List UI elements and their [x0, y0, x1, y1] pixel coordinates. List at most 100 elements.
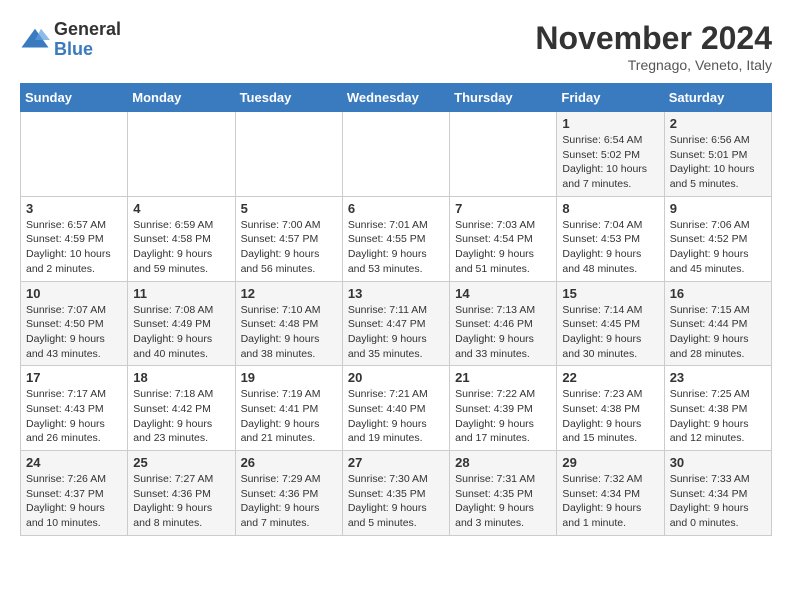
- calendar-cell: 24 Sunrise: 7:26 AM Sunset: 4:37 PM Dayli…: [21, 451, 128, 536]
- day-number: 14: [455, 286, 551, 301]
- day-number: 19: [241, 370, 337, 385]
- calendar-cell: 2 Sunrise: 6:56 AM Sunset: 5:01 PM Daylig…: [664, 112, 771, 197]
- day-info: Sunrise: 7:22 AM Sunset: 4:39 PM Dayligh…: [455, 387, 551, 446]
- day-info: Sunrise: 7:18 AM Sunset: 4:42 PM Dayligh…: [133, 387, 229, 446]
- day-number: 27: [348, 455, 444, 470]
- calendar-cell: 27 Sunrise: 7:30 AM Sunset: 4:35 PM Dayli…: [342, 451, 449, 536]
- calendar-cell: 4Sunrise: 6:59 AM Sunset: 4:58 PM Daylig…: [128, 196, 235, 281]
- day-number: 26: [241, 455, 337, 470]
- day-info: Sunrise: 7:33 AM Sunset: 4:34 PM Dayligh…: [670, 472, 766, 531]
- logo: General Blue: [20, 20, 121, 60]
- page-header: General Blue November 2024 Tregnago, Ven…: [20, 20, 772, 73]
- day-header-sunday: Sunday: [21, 84, 128, 112]
- calendar-cell: 6Sunrise: 7:01 AM Sunset: 4:55 PM Daylig…: [342, 196, 449, 281]
- calendar-cell: 5 Sunrise: 7:00 AM Sunset: 4:57 PM Daylig…: [235, 196, 342, 281]
- calendar-cell: 13 Sunrise: 7:11 AM Sunset: 4:47 PM Dayli…: [342, 281, 449, 366]
- day-number: 7: [455, 201, 551, 216]
- day-number: 3: [26, 201, 122, 216]
- calendar-cell: 11 Sunrise: 7:08 AM Sunset: 4:49 PM Dayli…: [128, 281, 235, 366]
- day-info: Sunrise: 7:17 AM Sunset: 4:43 PM Dayligh…: [26, 387, 122, 446]
- day-number: 5: [241, 201, 337, 216]
- day-number: 10: [26, 286, 122, 301]
- day-number: 24: [26, 455, 122, 470]
- calendar-cell: 28Sunrise: 7:31 AM Sunset: 4:35 PM Dayli…: [450, 451, 557, 536]
- calendar-cell: 7Sunrise: 7:03 AM Sunset: 4:54 PM Daylig…: [450, 196, 557, 281]
- day-info: Sunrise: 7:31 AM Sunset: 4:35 PM Dayligh…: [455, 472, 551, 531]
- day-info: Sunrise: 7:23 AM Sunset: 4:38 PM Dayligh…: [562, 387, 658, 446]
- calendar-cell: 15 Sunrise: 7:14 AM Sunset: 4:45 PM Dayli…: [557, 281, 664, 366]
- day-number: 16: [670, 286, 766, 301]
- calendar-table: SundayMondayTuesdayWednesdayThursdayFrid…: [20, 83, 772, 536]
- day-number: 11: [133, 286, 229, 301]
- calendar-cell: [235, 112, 342, 197]
- day-header-friday: Friday: [557, 84, 664, 112]
- day-number: 25: [133, 455, 229, 470]
- calendar-cell: 25 Sunrise: 7:27 AM Sunset: 4:36 PM Dayli…: [128, 451, 235, 536]
- day-number: 30: [670, 455, 766, 470]
- day-info: Sunrise: 7:08 AM Sunset: 4:49 PM Dayligh…: [133, 303, 229, 362]
- day-header-wednesday: Wednesday: [342, 84, 449, 112]
- calendar-cell: 29 Sunrise: 7:32 AM Sunset: 4:34 PM Dayli…: [557, 451, 664, 536]
- day-info: Sunrise: 7:27 AM Sunset: 4:36 PM Dayligh…: [133, 472, 229, 531]
- day-info: Sunrise: 7:14 AM Sunset: 4:45 PM Dayligh…: [562, 303, 658, 362]
- day-info: Sunrise: 7:21 AM Sunset: 4:40 PM Dayligh…: [348, 387, 444, 446]
- day-header-thursday: Thursday: [450, 84, 557, 112]
- calendar-cell: 17 Sunrise: 7:17 AM Sunset: 4:43 PM Dayli…: [21, 366, 128, 451]
- day-info: Sunrise: 6:56 AM Sunset: 5:01 PM Dayligh…: [670, 133, 766, 192]
- calendar-week-row: 17 Sunrise: 7:17 AM Sunset: 4:43 PM Dayli…: [21, 366, 772, 451]
- calendar-cell: [128, 112, 235, 197]
- calendar-cell: 3 Sunrise: 6:57 AM Sunset: 4:59 PM Daylig…: [21, 196, 128, 281]
- day-number: 9: [670, 201, 766, 216]
- day-info: Sunrise: 6:59 AM Sunset: 4:58 PM Dayligh…: [133, 218, 229, 277]
- day-number: 1: [562, 116, 658, 131]
- day-number: 13: [348, 286, 444, 301]
- day-number: 12: [241, 286, 337, 301]
- day-info: Sunrise: 7:01 AM Sunset: 4:55 PM Dayligh…: [348, 218, 444, 277]
- calendar-cell: [21, 112, 128, 197]
- day-info: Sunrise: 7:00 AM Sunset: 4:57 PM Dayligh…: [241, 218, 337, 277]
- day-number: 21: [455, 370, 551, 385]
- logo-general-text: General: [54, 20, 121, 40]
- day-number: 15: [562, 286, 658, 301]
- day-info: Sunrise: 6:57 AM Sunset: 4:59 PM Dayligh…: [26, 218, 122, 277]
- calendar-cell: 9 Sunrise: 7:06 AM Sunset: 4:52 PM Daylig…: [664, 196, 771, 281]
- calendar-cell: 16Sunrise: 7:15 AM Sunset: 4:44 PM Dayli…: [664, 281, 771, 366]
- day-number: 22: [562, 370, 658, 385]
- day-number: 23: [670, 370, 766, 385]
- day-number: 20: [348, 370, 444, 385]
- calendar-cell: 22 Sunrise: 7:23 AM Sunset: 4:38 PM Dayli…: [557, 366, 664, 451]
- day-info: Sunrise: 7:06 AM Sunset: 4:52 PM Dayligh…: [670, 218, 766, 277]
- day-number: 18: [133, 370, 229, 385]
- day-number: 17: [26, 370, 122, 385]
- day-info: Sunrise: 7:29 AM Sunset: 4:36 PM Dayligh…: [241, 472, 337, 531]
- day-info: Sunrise: 7:10 AM Sunset: 4:48 PM Dayligh…: [241, 303, 337, 362]
- day-header-monday: Monday: [128, 84, 235, 112]
- calendar-cell: [342, 112, 449, 197]
- calendar-week-row: 24 Sunrise: 7:26 AM Sunset: 4:37 PM Dayli…: [21, 451, 772, 536]
- calendar-week-row: 3 Sunrise: 6:57 AM Sunset: 4:59 PM Daylig…: [21, 196, 772, 281]
- day-header-tuesday: Tuesday: [235, 84, 342, 112]
- calendar-cell: 1 Sunrise: 6:54 AM Sunset: 5:02 PM Daylig…: [557, 112, 664, 197]
- day-info: Sunrise: 7:07 AM Sunset: 4:50 PM Dayligh…: [26, 303, 122, 362]
- day-number: 8: [562, 201, 658, 216]
- day-info: Sunrise: 7:26 AM Sunset: 4:37 PM Dayligh…: [26, 472, 122, 531]
- day-info: Sunrise: 7:11 AM Sunset: 4:47 PM Dayligh…: [348, 303, 444, 362]
- day-info: Sunrise: 6:54 AM Sunset: 5:02 PM Dayligh…: [562, 133, 658, 192]
- calendar-cell: 26 Sunrise: 7:29 AM Sunset: 4:36 PM Dayli…: [235, 451, 342, 536]
- calendar-cell: 10 Sunrise: 7:07 AM Sunset: 4:50 PM Dayli…: [21, 281, 128, 366]
- day-info: Sunrise: 7:32 AM Sunset: 4:34 PM Dayligh…: [562, 472, 658, 531]
- day-header-saturday: Saturday: [664, 84, 771, 112]
- day-number: 2: [670, 116, 766, 131]
- day-info: Sunrise: 7:30 AM Sunset: 4:35 PM Dayligh…: [348, 472, 444, 531]
- calendar-week-row: 1 Sunrise: 6:54 AM Sunset: 5:02 PM Daylig…: [21, 112, 772, 197]
- calendar-cell: 23Sunrise: 7:25 AM Sunset: 4:38 PM Dayli…: [664, 366, 771, 451]
- logo-blue-text: Blue: [54, 40, 121, 60]
- calendar-cell: 30 Sunrise: 7:33 AM Sunset: 4:34 PM Dayli…: [664, 451, 771, 536]
- day-number: 29: [562, 455, 658, 470]
- title-area: November 2024 Tregnago, Veneto, Italy: [535, 20, 772, 73]
- location: Tregnago, Veneto, Italy: [535, 57, 772, 73]
- days-header-row: SundayMondayTuesdayWednesdayThursdayFrid…: [21, 84, 772, 112]
- calendar-cell: [450, 112, 557, 197]
- calendar-cell: 12 Sunrise: 7:10 AM Sunset: 4:48 PM Dayli…: [235, 281, 342, 366]
- calendar-cell: 20 Sunrise: 7:21 AM Sunset: 4:40 PM Dayli…: [342, 366, 449, 451]
